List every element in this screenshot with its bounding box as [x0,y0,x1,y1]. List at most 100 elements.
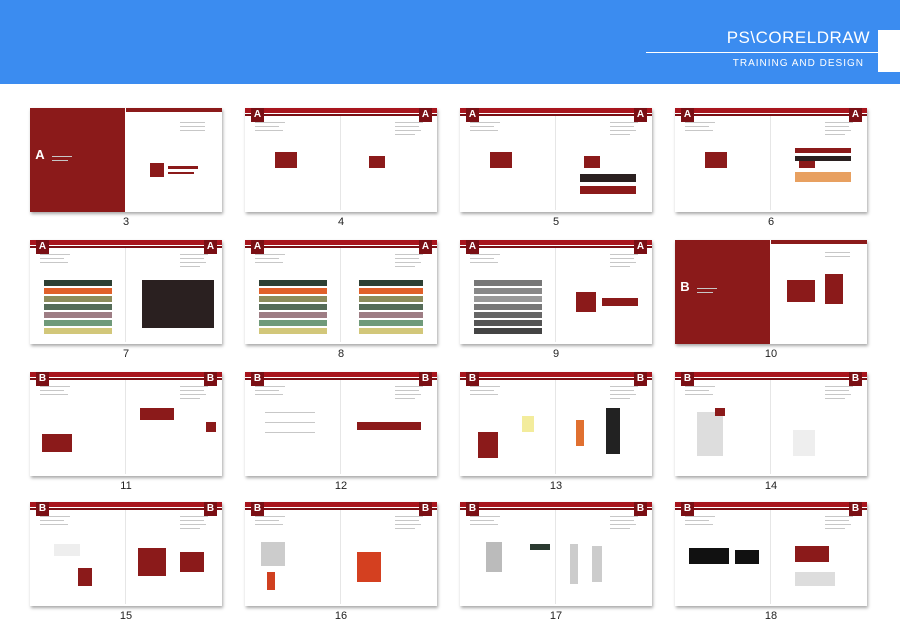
page-thumbnail[interactable]: BB [460,502,652,606]
text-line [470,520,494,521]
page-fold [125,380,126,474]
pen-item [357,422,421,430]
text-line [180,520,204,521]
color-swatch [359,288,423,294]
page-thumbnail[interactable]: BB [30,372,222,476]
page-thumbnail[interactable]: AA [245,240,437,344]
color-bar [580,174,636,182]
text-line [52,156,72,157]
top-rule-secondary [245,246,437,248]
header-divider [646,52,878,53]
color-swatch [474,304,542,310]
text-line [470,130,498,131]
section-letter: B [849,372,862,386]
section-letter: A [634,240,647,254]
text-line [180,390,204,391]
envelope [825,274,843,304]
page-number: 6 [767,216,775,228]
logo-mark [275,152,297,168]
text-line [685,386,715,387]
page-number: 9 [552,348,560,360]
page-fold [125,248,126,342]
cap-item [715,408,725,416]
page-thumbnail[interactable]: BB [30,502,222,606]
text-line [825,122,853,123]
text-line [180,516,208,517]
color-bar [795,148,851,153]
top-rule [675,108,867,113]
section-letter: B [251,502,264,516]
color-swatch [44,280,112,286]
text-line [825,386,853,387]
text-line [180,524,206,525]
page-thumbnail[interactable]: AA [460,240,652,344]
section-letter: B [204,372,217,386]
text-line [470,258,494,259]
page-fold [125,510,126,604]
text-line [395,262,421,263]
page-thumbnail[interactable]: BB [245,372,437,476]
page-fold [340,510,341,604]
text-line [825,252,850,253]
page-thumbnail[interactable]: BB [675,502,867,606]
text-line [40,524,68,525]
top-rule-secondary [30,246,222,248]
top-rule-secondary [460,508,652,510]
text-line [610,254,638,255]
page-thumbnail[interactable]: BB [460,372,652,476]
page-thumbnail[interactable]: AA [675,108,867,212]
text-line [40,258,64,259]
page-thumbnail[interactable]: AA [245,108,437,212]
top-rule [30,502,222,507]
text-line [685,130,713,131]
section-letter: A [251,240,264,254]
logo-mark [490,152,512,168]
section-letter: B [466,502,479,516]
page-number: 12 [334,480,348,492]
color-swatch [44,312,112,318]
page-fold [555,116,556,210]
text-line [395,122,423,123]
text-line [255,524,283,525]
color-swatch [474,296,542,302]
color-swatch [259,328,327,334]
color-swatch [359,320,423,326]
text-line [395,520,419,521]
top-rule-secondary [30,508,222,510]
text-line [395,126,419,127]
text-line [40,254,70,255]
text-line [255,130,283,131]
text-line [265,412,315,413]
page-thumbnail[interactable]: BB [675,372,867,476]
cup-item [78,568,92,586]
page-thumbnail[interactable]: A [30,108,222,212]
page-thumbnail[interactable]: BB [245,502,437,606]
suit-item [606,408,620,454]
text-line [610,390,634,391]
tie-item [576,420,584,446]
page-thumbnail[interactable]: B [675,240,867,344]
page-thumbnail[interactable]: AA [30,240,222,344]
vehicle-item [689,548,729,564]
color-swatch [259,304,327,310]
package-item [478,432,498,458]
gradient-bar [795,172,851,182]
top-rule-secondary [30,378,222,380]
page-thumbnail[interactable]: AA [460,108,652,212]
top-rule [30,372,222,377]
text-line [52,160,68,161]
color-swatch [259,280,327,286]
text-line [685,390,709,391]
section-letter: A [35,147,45,162]
text-line [470,126,494,127]
text-line [255,394,283,395]
color-swatch [259,320,327,326]
page-fold [555,510,556,604]
text-line [470,262,498,263]
text-line [470,394,498,395]
color-bar [795,156,851,161]
text-line [395,398,415,399]
text-line [610,266,630,267]
top-rule-secondary [245,114,437,116]
section-letter: B [204,502,217,516]
